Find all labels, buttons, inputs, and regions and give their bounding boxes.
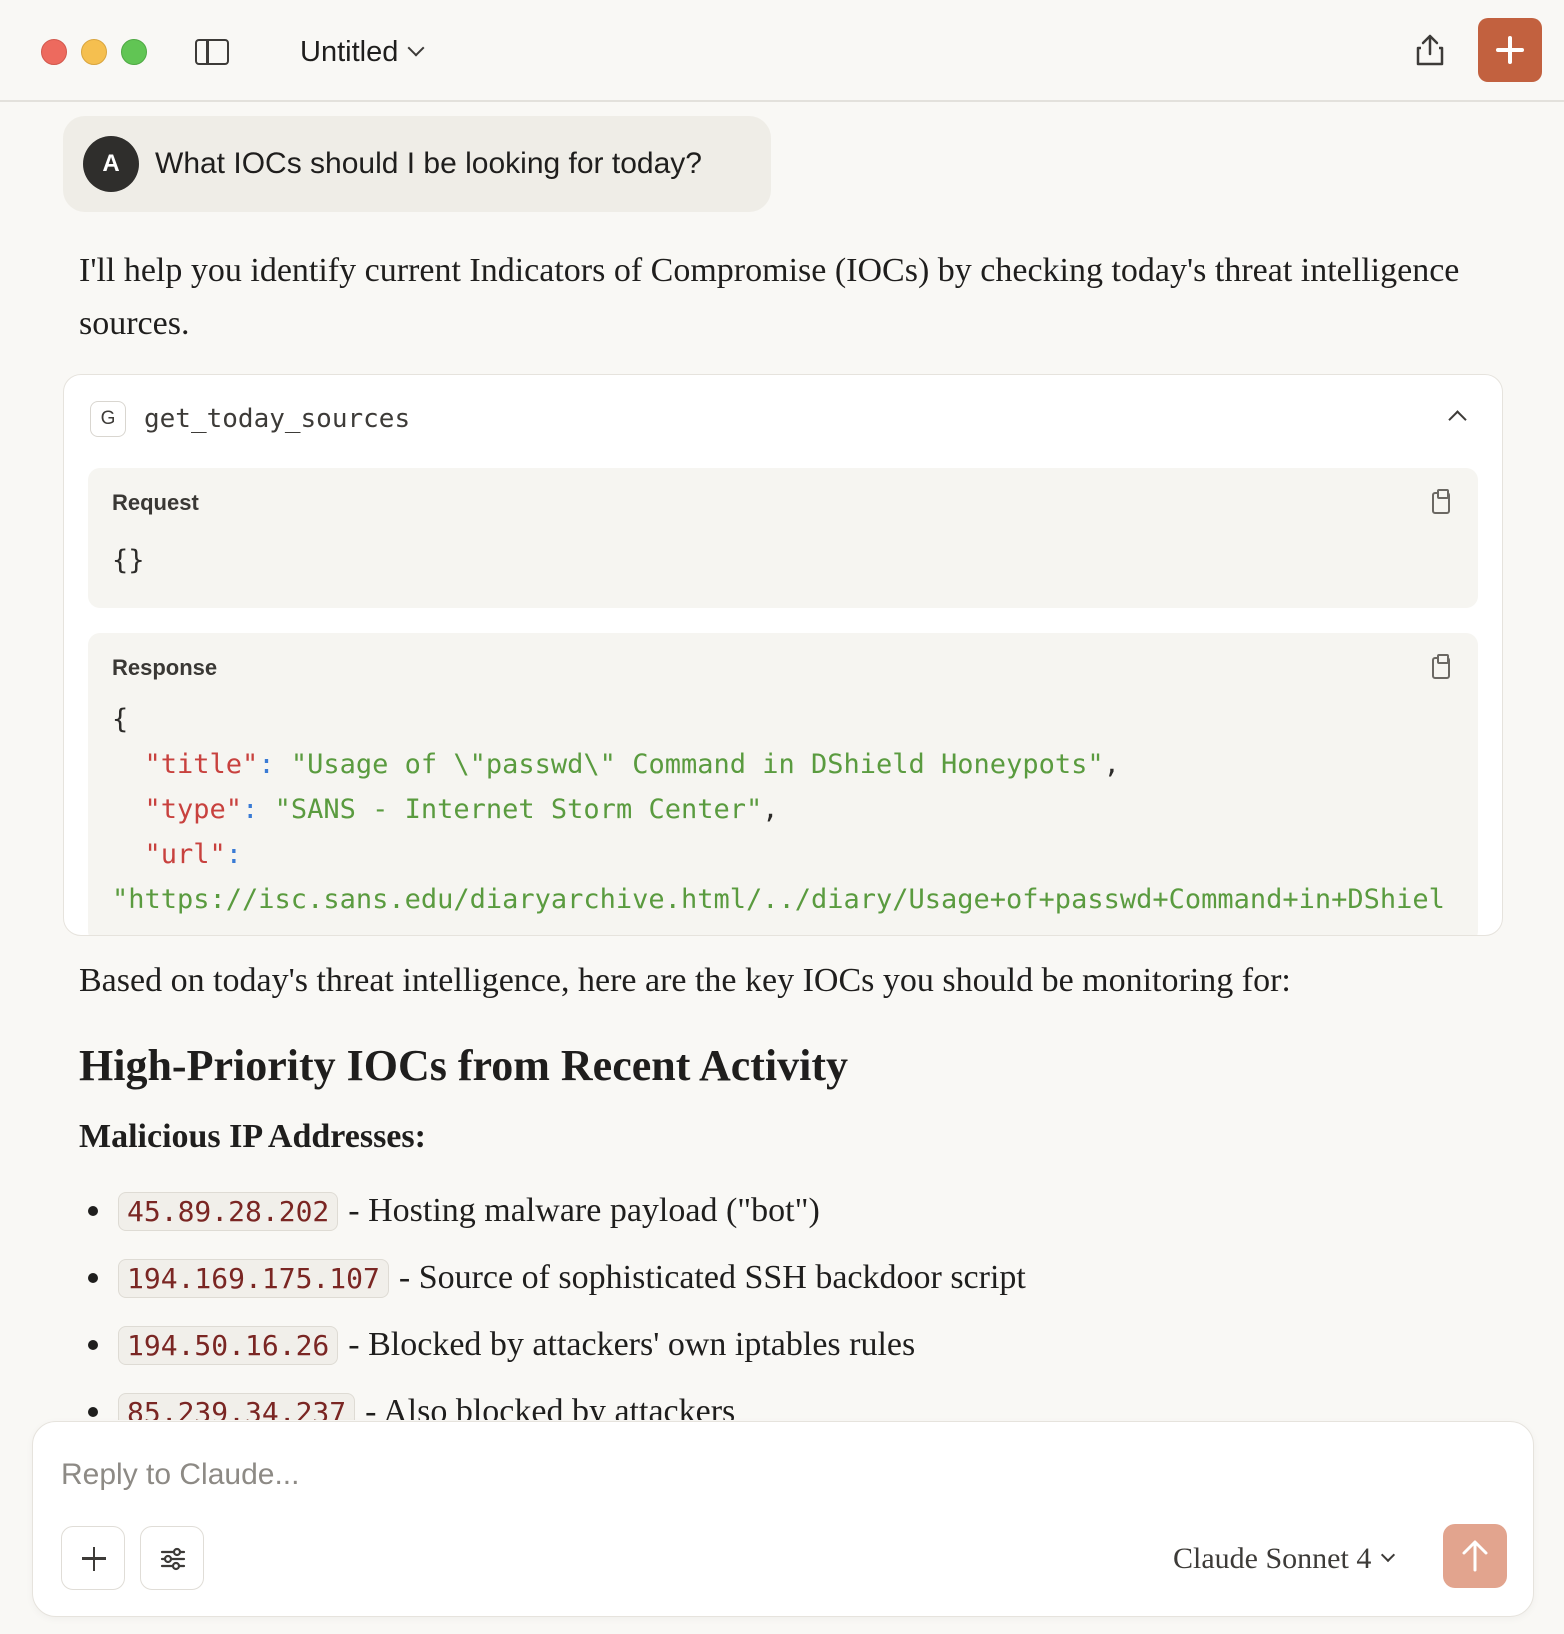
json-value: "SANS - Internet Storm Center"	[274, 794, 763, 825]
assistant-intro: I'll help you identify current Indicator…	[79, 252, 1460, 342]
response-body: { "title": "Usage of \"passwd\" Command …	[112, 704, 1445, 915]
chevron-up-icon[interactable]	[1448, 410, 1467, 429]
tool-name: get_today_sources	[144, 404, 411, 434]
list-item: 194.50.16.26 - Blocked by attackers' own…	[88, 1323, 915, 1367]
json-key: "type"	[144, 794, 243, 825]
tool-badge-icon: G	[90, 401, 126, 437]
request-panel: Request {}	[88, 468, 1478, 608]
attach-button[interactable]	[61, 1526, 125, 1590]
ioc-description: - Blocked by attackers' own iptables rul…	[348, 1326, 916, 1363]
tool-call-card: G get_today_sources Request {} Response …	[63, 374, 1503, 936]
user-message-text: What IOCs should I be looking for today?	[155, 147, 702, 180]
ip-code: 194.169.175.107	[118, 1258, 389, 1298]
summary-text: Based on today's threat intelligence, he…	[79, 962, 1291, 999]
ip-code: 45.89.28.202	[118, 1191, 339, 1231]
tools-button[interactable]	[140, 1526, 204, 1590]
response-panel: Response { "title": "Usage of \"passwd\"…	[88, 633, 1478, 935]
json-value: "Usage of \"passwd\" Command in DShield …	[290, 749, 1104, 780]
request-body: {}	[112, 545, 145, 576]
send-button[interactable]	[1443, 1524, 1507, 1588]
user-message: A What IOCs should I be looking for toda…	[63, 116, 771, 212]
ip-code: 194.50.16.26	[118, 1325, 339, 1365]
copy-request-icon[interactable]	[1432, 489, 1450, 514]
list-item: 45.89.28.202 - Hosting malware payload (…	[88, 1189, 820, 1233]
ip-code: 85.239.34.237	[118, 1392, 356, 1420]
json-key: "title"	[144, 749, 259, 780]
arrow-up-icon	[1462, 1540, 1488, 1572]
tool-call-header[interactable]: G get_today_sources	[90, 401, 410, 437]
subsection-heading: Malicious IP Addresses:	[79, 1118, 426, 1155]
list-item: 85.239.34.237 - Also blocked by attacker…	[88, 1390, 735, 1420]
bullet	[88, 1407, 98, 1417]
composer: Claude Sonnet 4	[32, 1421, 1534, 1617]
bullet	[88, 1273, 98, 1283]
json-key: "url"	[144, 839, 226, 870]
copy-response-icon[interactable]	[1432, 654, 1450, 679]
json-url-value: "https://isc.sans.edu/diaryarchive.html/…	[112, 884, 1445, 915]
conversation-scroll[interactable]: A What IOCs should I be looking for toda…	[0, 0, 1564, 1420]
avatar: A	[83, 136, 139, 192]
sliders-icon	[160, 1547, 186, 1571]
request-label: Request	[112, 490, 199, 515]
ioc-description: - Hosting malware payload ("bot")	[348, 1192, 820, 1229]
response-label: Response	[112, 655, 218, 680]
reply-input[interactable]	[61, 1450, 1261, 1500]
chevron-down-icon	[1381, 1547, 1396, 1563]
bullet	[88, 1340, 98, 1350]
model-selector[interactable]: Claude Sonnet 4	[1173, 1542, 1396, 1576]
ioc-description: - Source of sophisticated SSH backdoor s…	[398, 1259, 1026, 1296]
bullet	[88, 1206, 98, 1216]
ioc-description: - Also blocked by attackers	[365, 1393, 736, 1420]
model-name: Sonnet 4	[1265, 1542, 1372, 1575]
json-open-brace: {	[112, 704, 129, 735]
list-item: 194.169.175.107 - Source of sophisticate…	[88, 1256, 1026, 1300]
section-heading: High-Priority IOCs from Recent Activity	[79, 1041, 849, 1090]
model-name-bold: Claude	[1173, 1542, 1258, 1575]
